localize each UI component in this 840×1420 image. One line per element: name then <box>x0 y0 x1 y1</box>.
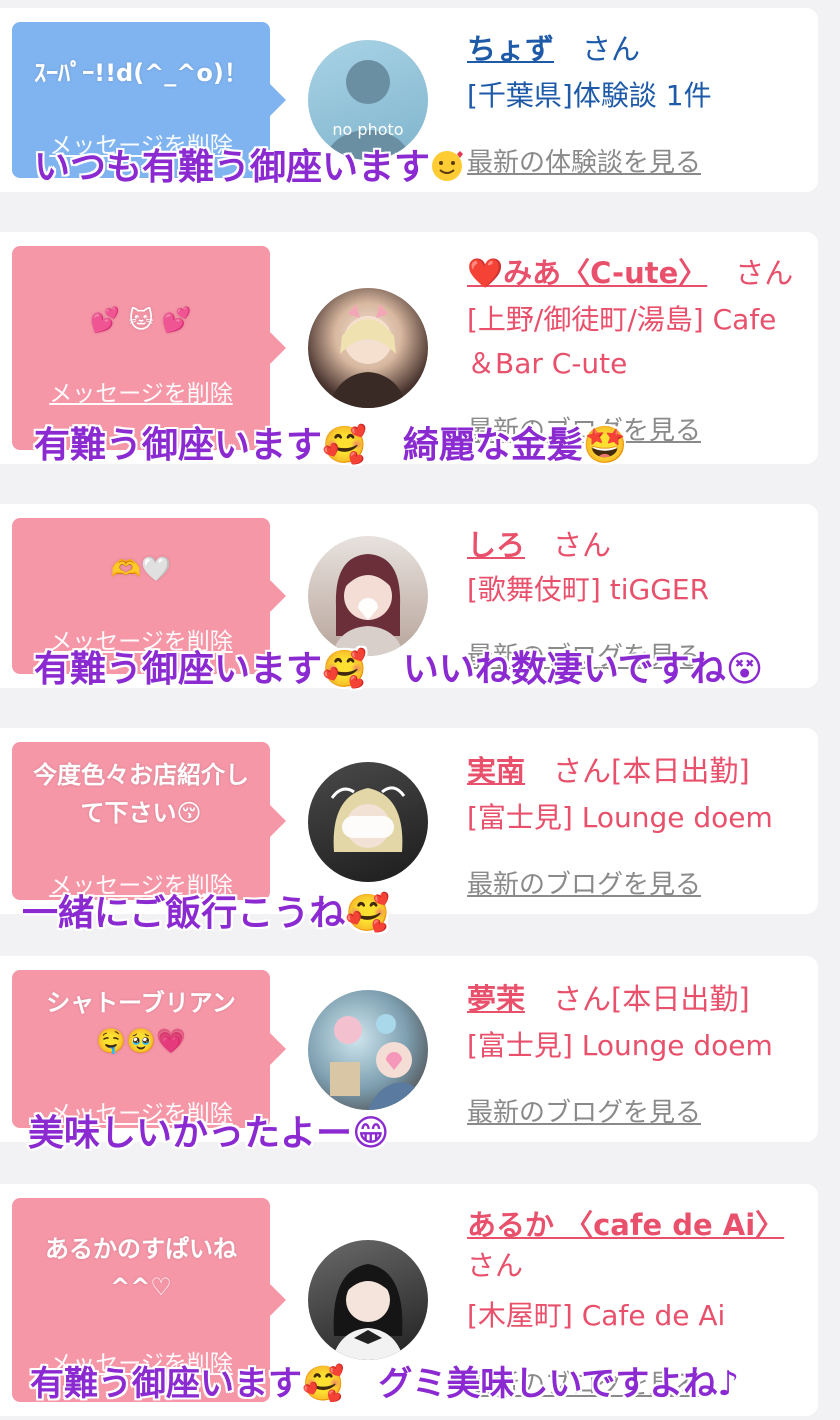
honorific: さん <box>553 528 612 562</box>
avatar[interactable] <box>308 990 428 1110</box>
user-name-link[interactable]: 夢茉 <box>467 982 525 1016</box>
overlay-caption: いつも有難う御座います <box>34 138 464 190</box>
message-text: 今度色々お店紹介して下さい😚 <box>33 761 249 827</box>
user-name-link[interactable]: しろ <box>467 528 525 562</box>
user-name-link[interactable]: ちょず <box>467 32 554 66</box>
view-reviews-link[interactable]: 最新の体験談を見る <box>467 142 701 179</box>
overlay-caption: 有難う御座います🥰 いいね数凄いですね😵 <box>34 649 764 690</box>
shop-info: [富士見] Lounge doem <box>467 1029 773 1062</box>
user-name-link[interactable]: ❤️みあ〈C-ute〉 <box>467 256 707 290</box>
profile-photo <box>330 1014 428 1110</box>
delete-message-link[interactable]: メッセージを削除 <box>12 374 270 408</box>
message-text: シャトーブリアン🤤🥹💗 <box>46 989 236 1055</box>
honorific: さん <box>553 754 612 788</box>
shop-info: [富士見] Lounge doem <box>467 801 773 834</box>
name-line: あるか 〈cafe de Ai〉 <box>467 1202 812 1244</box>
avatar[interactable] <box>308 288 428 408</box>
avatar[interactable] <box>308 536 428 656</box>
message-bubble: 今度色々お店紹介して下さい😚 メッセージを削除 <box>12 742 286 900</box>
shop-info: [上野/御徒町/湯島] Cafe ＆Bar C-ute <box>467 303 777 380</box>
message-text: 🫶🤍 <box>111 555 171 583</box>
overlay-caption: 有難う御座います🥰 綺麗な金髪🤩 <box>34 425 628 466</box>
overlay-caption: 一緒にご飯行こうね🥰 <box>22 893 391 934</box>
honorific: さん <box>553 982 612 1016</box>
profile-photo <box>332 1264 404 1360</box>
user-name-link[interactable]: あるか 〈cafe de Ai〉 <box>467 1208 784 1242</box>
honorific: さん <box>735 256 794 290</box>
message-text: 💕 🐱 💕 <box>90 306 192 334</box>
no-photo-label: no photo <box>332 120 404 139</box>
name-line: 実南 さん[本日出勤] <box>467 748 750 790</box>
smiling-hearts-emoji-icon <box>432 151 464 181</box>
profile-photo <box>328 304 408 408</box>
message-text: ｽｰﾊﾟｰ!!d(^_^o)！ <box>34 59 248 87</box>
user-name-link[interactable]: 実南 <box>467 754 525 788</box>
name-line: ちょず さん <box>467 26 640 68</box>
name-line: 夢茉 さん[本日出勤] <box>467 976 750 1018</box>
shop-info: [千葉県]体験談 1件 <box>467 79 712 112</box>
profile-photo <box>332 554 404 656</box>
honorific: さん <box>467 1249 524 1282</box>
attendance-status: [本日出勤] <box>611 754 750 788</box>
profile-photo <box>330 786 406 852</box>
attendance-status: [本日出勤] <box>611 982 750 1016</box>
shop-info: [歌舞伎町] tiGGER <box>467 573 710 606</box>
overlay-caption: 有難う御座います🥰 グミ美味しいですよね♪ <box>30 1364 740 1404</box>
avatar[interactable] <box>308 762 428 882</box>
view-blog-link[interactable]: 最新のブログを見る <box>467 1092 701 1129</box>
overlay-text: いつも有難う御座います <box>34 147 431 188</box>
name-line: ❤️みあ〈C-ute〉 さん <box>467 250 793 292</box>
honorific: さん <box>582 32 641 66</box>
message-text: あるかのすぱいね^^♡ <box>45 1235 237 1301</box>
overlay-caption: 美味しいかったよー😁 <box>28 1113 390 1154</box>
name-line: しろ さん <box>467 522 611 564</box>
shop-info: [木屋町] Cafe de Ai <box>467 1299 726 1332</box>
view-blog-link[interactable]: 最新のブログを見る <box>467 864 701 901</box>
avatar[interactable] <box>308 1240 428 1360</box>
